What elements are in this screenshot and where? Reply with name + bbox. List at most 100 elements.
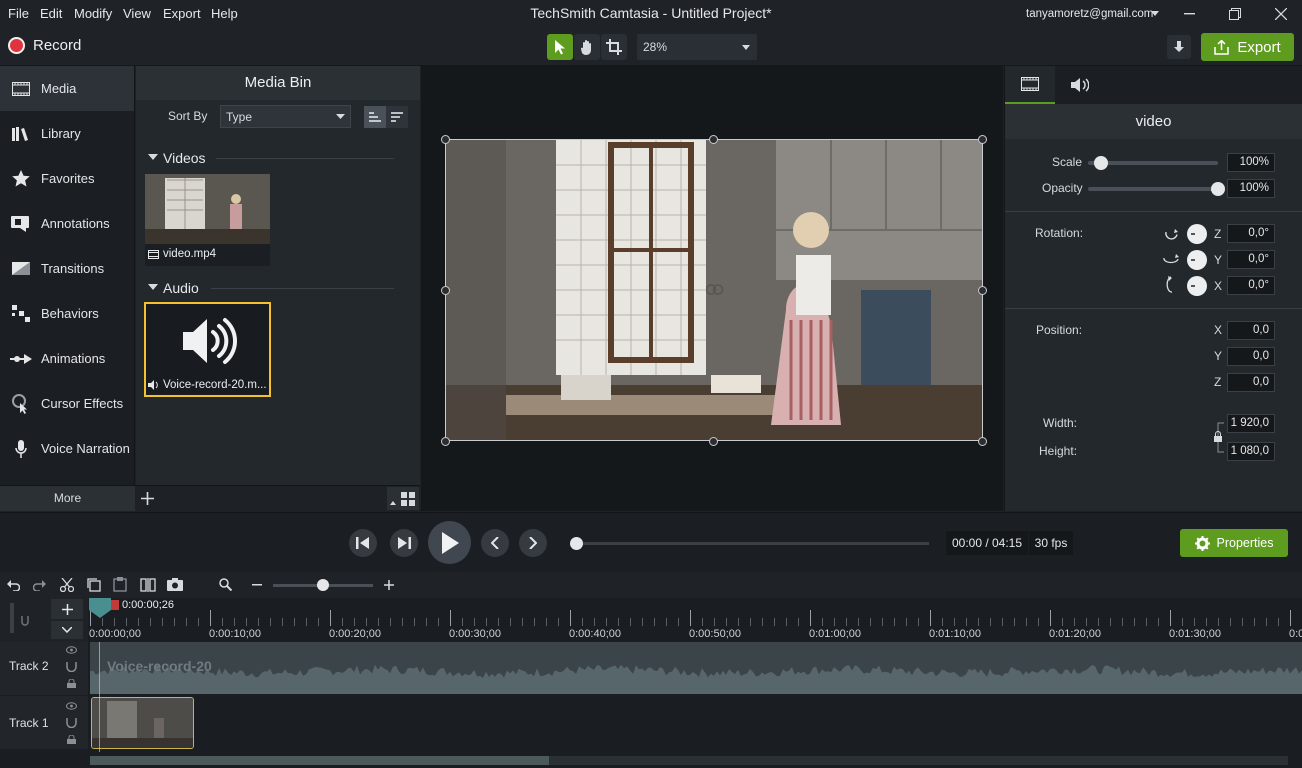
- media-item-video[interactable]: video.mp4: [145, 174, 270, 266]
- scrub-bar[interactable]: [577, 542, 929, 545]
- tab-visual-properties[interactable]: [1005, 66, 1055, 104]
- sort-order-toggle[interactable]: [364, 106, 408, 128]
- track-header-2[interactable]: Track 2: [0, 642, 88, 695]
- play-button[interactable]: [428, 521, 471, 564]
- pan-tool-button[interactable]: [574, 34, 600, 60]
- rotation-x-value[interactable]: 0,0°: [1227, 276, 1275, 295]
- sort-ascending-button[interactable]: [364, 106, 386, 128]
- eye-icon[interactable]: [66, 702, 77, 710]
- resize-handle[interactable]: [709, 135, 718, 144]
- view-toggle-button[interactable]: [387, 487, 419, 510]
- eye-icon[interactable]: [66, 646, 77, 654]
- resize-handle[interactable]: [441, 437, 450, 446]
- magnet-icon[interactable]: [66, 662, 77, 672]
- camera-snapshot-icon[interactable]: [167, 578, 183, 591]
- step-back-button[interactable]: [349, 529, 377, 557]
- menu-export[interactable]: Export: [163, 0, 201, 28]
- expand-tracks-button[interactable]: [51, 621, 83, 639]
- position-z-value[interactable]: 0,0: [1227, 373, 1275, 392]
- download-button[interactable]: [1167, 35, 1191, 59]
- close-icon[interactable]: [1275, 8, 1287, 20]
- previous-marker-button[interactable]: [481, 529, 509, 557]
- rotation-z-dial[interactable]: [1187, 224, 1207, 244]
- nav-item-media[interactable]: Media: [0, 66, 134, 111]
- resize-handle[interactable]: [978, 286, 987, 295]
- magnet-snap-icon[interactable]: [21, 616, 29, 626]
- zoom-out-icon[interactable]: [252, 584, 262, 586]
- account-menu[interactable]: tanyamoretz@gmail.com: [1026, 8, 1153, 20]
- nav-item-favorites[interactable]: Favorites: [0, 156, 134, 201]
- fps-display[interactable]: 30 fps: [1029, 531, 1073, 555]
- playhead-handle[interactable]: [89, 598, 111, 618]
- resize-handle[interactable]: [441, 135, 450, 144]
- collapse-arrow-icon[interactable]: [148, 154, 158, 160]
- nav-item-cursor-effects[interactable]: Cursor Effects: [0, 381, 134, 426]
- scrollbar-thumb[interactable]: [90, 756, 549, 765]
- center-rotate-handle-icon[interactable]: [706, 284, 724, 295]
- rotation-z-value[interactable]: 0,0°: [1227, 224, 1275, 243]
- resize-handle[interactable]: [978, 437, 987, 446]
- nav-item-voice-narration[interactable]: Voice Narration: [0, 426, 134, 471]
- next-marker-button[interactable]: [519, 529, 547, 557]
- position-y-value[interactable]: 0,0: [1227, 347, 1275, 366]
- resize-handle[interactable]: [709, 437, 718, 446]
- aspect-lock-icon[interactable]: [1210, 421, 1226, 454]
- resize-handle[interactable]: [978, 135, 987, 144]
- sort-type-dropdown[interactable]: Type: [220, 105, 351, 128]
- position-x-value[interactable]: 0,0: [1227, 321, 1275, 340]
- menu-edit[interactable]: Edit: [40, 0, 62, 28]
- more-button[interactable]: More: [0, 486, 135, 511]
- nav-item-animations[interactable]: Animations: [0, 336, 134, 381]
- nav-item-behaviors[interactable]: Behaviors: [0, 291, 134, 336]
- scissors-icon[interactable]: [60, 578, 74, 592]
- paste-icon[interactable]: [113, 577, 127, 592]
- resize-handle[interactable]: [441, 286, 450, 295]
- add-track-button[interactable]: [51, 599, 83, 619]
- scale-value[interactable]: 100%: [1227, 153, 1275, 172]
- record-button[interactable]: Record: [8, 37, 81, 54]
- magnet-icon[interactable]: [66, 718, 77, 728]
- zoom-dropdown[interactable]: 28%: [637, 34, 757, 60]
- audio-clip[interactable]: Voice-record-20: [90, 642, 1302, 694]
- opacity-slider[interactable]: [1088, 187, 1218, 191]
- menu-file[interactable]: File: [8, 0, 29, 28]
- opacity-value[interactable]: 100%: [1227, 179, 1275, 198]
- copy-icon[interactable]: [87, 578, 101, 592]
- video-clip[interactable]: [91, 697, 194, 749]
- nav-item-annotations[interactable]: Annotations: [0, 201, 134, 246]
- select-tool-button[interactable]: [547, 34, 573, 60]
- rotation-y-value[interactable]: 0,0°: [1227, 250, 1275, 269]
- lock-icon[interactable]: [67, 679, 76, 688]
- menu-modify[interactable]: Modify: [74, 0, 112, 28]
- track-height-slider[interactable]: [10, 603, 14, 633]
- add-plus-icon[interactable]: [141, 492, 154, 505]
- timeline-scrollbar[interactable]: [90, 756, 1288, 765]
- redo-icon[interactable]: [33, 579, 46, 591]
- scrub-knob[interactable]: [570, 537, 583, 550]
- chevron-down-icon[interactable]: [1151, 11, 1159, 17]
- scale-slider-knob[interactable]: [1094, 156, 1108, 170]
- media-item-audio[interactable]: Voice-record-20.m...: [144, 302, 271, 397]
- opacity-slider-knob[interactable]: [1211, 182, 1225, 196]
- timeline-zoom-knob[interactable]: [317, 579, 329, 591]
- collapse-arrow-icon[interactable]: [148, 284, 158, 290]
- track-header-1[interactable]: Track 1: [0, 696, 88, 749]
- sort-descending-button[interactable]: [386, 106, 408, 128]
- minimize-icon[interactable]: [1184, 13, 1195, 15]
- height-value[interactable]: 1 080,0: [1227, 442, 1275, 461]
- lock-icon[interactable]: [67, 735, 76, 744]
- step-forward-button[interactable]: [390, 529, 418, 557]
- width-value[interactable]: 1 920,0: [1227, 414, 1275, 433]
- tab-audio-properties[interactable]: [1055, 66, 1105, 104]
- nav-item-transitions[interactable]: Transitions: [0, 246, 134, 291]
- crop-tool-button[interactable]: [601, 34, 627, 60]
- zoom-in-icon[interactable]: [384, 580, 394, 590]
- properties-button[interactable]: Properties: [1180, 529, 1288, 557]
- menu-help[interactable]: Help: [211, 0, 238, 28]
- undo-icon[interactable]: [7, 579, 20, 591]
- rotation-y-dial[interactable]: [1187, 250, 1207, 270]
- split-icon[interactable]: [140, 578, 156, 592]
- nav-item-library[interactable]: Library: [0, 111, 134, 156]
- export-button[interactable]: Export: [1201, 33, 1294, 61]
- rotation-x-dial[interactable]: [1187, 276, 1207, 296]
